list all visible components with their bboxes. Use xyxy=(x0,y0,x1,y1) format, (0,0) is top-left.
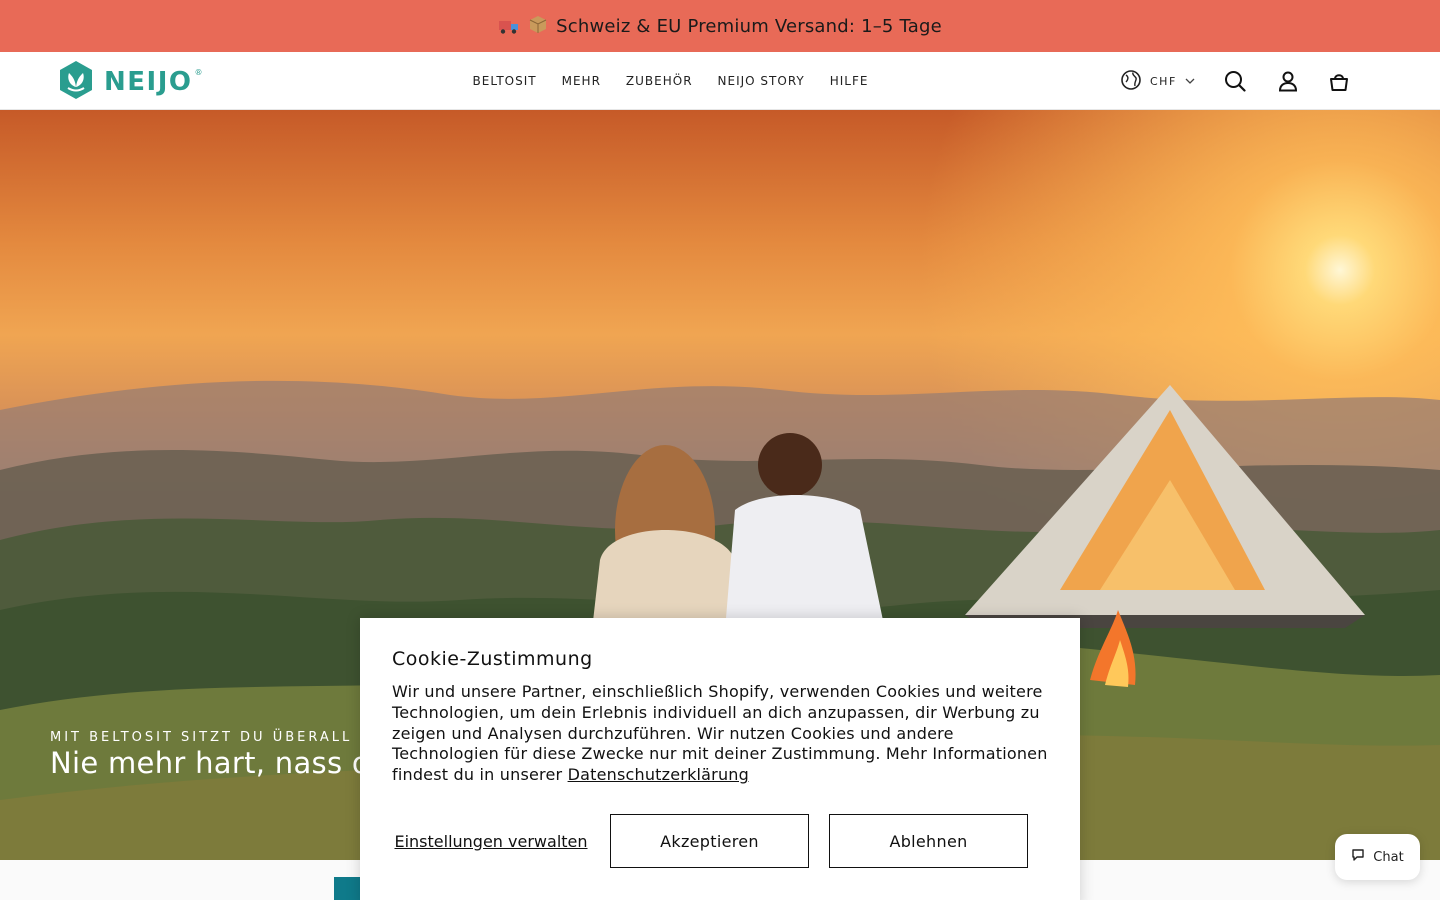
site-header: NEIJO ® BELTOSIT MEHR ZUBEHÖR NEIJO STOR… xyxy=(0,52,1440,110)
cart-icon[interactable] xyxy=(1328,70,1350,92)
nav-item-neijo-story[interactable]: NEIJO STORY xyxy=(705,74,817,88)
cookie-title: Cookie-Zustimmung xyxy=(392,648,593,670)
main-nav: BELTOSIT MEHR ZUBEHÖR NEIJO STORY HILFE xyxy=(460,52,881,110)
cookie-consent-dialog: Cookie-Zustimmung Wir und unsere Partner… xyxy=(360,618,1080,900)
logo-mark-icon xyxy=(56,59,96,105)
currency-selector[interactable]: CHF xyxy=(1120,69,1195,94)
nav-item-beltosit[interactable]: BELTOSIT xyxy=(460,74,549,88)
nav-item-mehr[interactable]: MEHR xyxy=(549,74,613,88)
cookie-body: Wir und unsere Partner, einschließlich S… xyxy=(392,682,1048,786)
account-icon[interactable] xyxy=(1277,70,1299,92)
manage-settings-button[interactable]: Einstellungen verwalten xyxy=(392,814,590,868)
announcement-text: Schweiz & EU Premium Versand: 1–5 Tage xyxy=(556,15,942,37)
truck-icon xyxy=(498,17,520,35)
logo-text: NEIJO xyxy=(104,67,193,97)
chevron-down-icon xyxy=(1185,75,1195,88)
decline-button[interactable]: Ablehnen xyxy=(829,814,1028,868)
nav-item-hilfe[interactable]: HILFE xyxy=(817,74,881,88)
package-icon xyxy=(528,14,548,39)
hero-subtitle: MIT BELTOSIT SITZT DU ÜBERALL BEQU xyxy=(50,730,409,745)
logo[interactable]: NEIJO ® xyxy=(56,59,202,105)
announcement-bar: Schweiz & EU Premium Versand: 1–5 Tage xyxy=(0,0,1440,52)
privacy-policy-link[interactable]: Datenschutzerklärung xyxy=(568,765,749,784)
accept-button[interactable]: Akzeptieren xyxy=(610,814,809,868)
registered-mark: ® xyxy=(194,67,203,77)
currency-label: CHF xyxy=(1150,75,1177,88)
globe-icon xyxy=(1120,69,1142,94)
search-icon[interactable] xyxy=(1224,70,1246,92)
cookie-actions: Einstellungen verwalten Akzeptieren Able… xyxy=(392,814,1048,868)
hero-title: Nie mehr hart, nass ode xyxy=(50,746,407,780)
chat-button[interactable]: Chat xyxy=(1335,834,1420,880)
chat-label: Chat xyxy=(1373,849,1404,865)
nav-item-zubehoer[interactable]: ZUBEHÖR xyxy=(613,74,705,88)
chat-icon xyxy=(1351,848,1365,866)
